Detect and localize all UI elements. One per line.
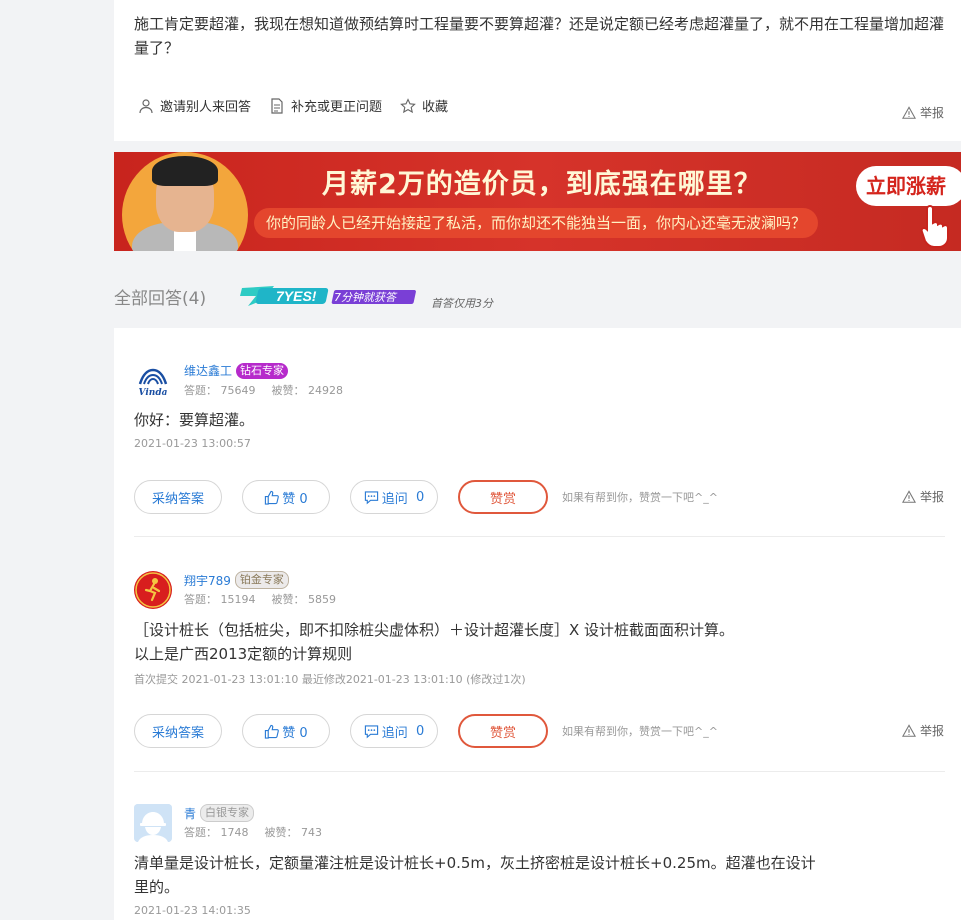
default-user-icon: [134, 804, 172, 842]
answer-divider: [134, 536, 945, 537]
first-answer-note: 首答仅用3分: [431, 297, 493, 310]
answerer-line: 翔宇789 铂金专家: [184, 571, 289, 589]
follow-up-label: 追问: [381, 491, 408, 507]
answer-content-line-2: 里的。: [134, 878, 180, 896]
answer-content-line-1: 清单量是设计桩长，定额量灌注桩是设计桩长+0.5m，灰土挤密桩是设计桩长+0.2…: [134, 854, 816, 872]
invite-answer-button[interactable]: 邀请别人来回答: [138, 96, 251, 115]
reward-hint: 如果有帮到你，赞赏一下吧^_^: [562, 491, 718, 504]
follow-up-label: 追问: [381, 725, 408, 741]
answer-report-button[interactable]: 举报: [902, 722, 944, 739]
report-label: 举报: [920, 724, 945, 738]
accept-answer-button[interactable]: 采纳答案: [134, 714, 222, 748]
reward-hint: 如果有帮到你，赞赏一下吧^_^: [562, 725, 718, 738]
answer-count: 15194: [220, 593, 256, 606]
liked-count: 5859: [308, 593, 336, 606]
thumbs-up-icon: [265, 490, 280, 505]
like-button[interactable]: 赞 0: [242, 480, 330, 514]
pointer-hand-icon: [920, 204, 949, 248]
answer-count-label: 答题：: [184, 593, 217, 606]
reward-button[interactable]: 赞赏: [458, 714, 548, 748]
reward-button[interactable]: 赞赏: [458, 480, 548, 514]
favorite-label: 收藏: [422, 100, 449, 115]
report-label: 举报: [920, 490, 945, 504]
runner-icon: [135, 572, 171, 608]
seven-yes-badge: 7YES! 7分钟就获答: [240, 286, 416, 306]
warning-icon: [902, 723, 916, 737]
answer-actions: 采纳答案 赞 0 追问 0 赞赏 如果有帮到你，赞赏一下吧^_^: [134, 714, 718, 748]
chat-icon: [364, 490, 378, 504]
liked-count: 24928: [308, 384, 343, 397]
answer-item: Vinda 维达鑫工 钻石专家 答题： 75649 被赞： 24928 你好：要…: [134, 362, 945, 522]
answerer-name[interactable]: 青: [184, 805, 196, 822]
svg-text:Vinda: Vinda: [139, 388, 168, 398]
favorite-button[interactable]: 收藏: [400, 96, 448, 115]
answerer-line: 维达鑫工 钻石专家: [184, 362, 289, 379]
liked-label: 被赞：: [271, 593, 305, 606]
follow-up-button[interactable]: 追问 0: [350, 714, 438, 748]
follow-up-count: 0: [416, 489, 425, 505]
answerer-stats: 答题： 15194 被赞： 5859: [184, 591, 336, 607]
answer-report-button[interactable]: 举报: [902, 488, 944, 505]
follow-up-count: 0: [416, 723, 425, 739]
liked-label: 被赞：: [271, 384, 305, 397]
answers-card: Vinda 维达鑫工 钻石专家 答题： 75649 被赞： 24928 你好：要…: [114, 328, 961, 920]
like-label: 赞 0: [282, 725, 308, 741]
answer-count: 1748: [220, 826, 249, 839]
warning-icon: [902, 105, 916, 119]
answer-content-line-1: ［设计桩长（包括桩尖，即不扣除桩尖虚体积）＋设计超灌长度］X 设计桩截面面积计算…: [134, 621, 735, 639]
expert-tag: 铂金专家: [234, 571, 289, 589]
avatar[interactable]: Vinda: [134, 362, 172, 400]
expert-tag: 钻石专家: [236, 362, 289, 379]
answer-count-label: 答题：: [184, 384, 217, 397]
answerer-stats: 答题： 75649 被赞： 24928: [184, 382, 343, 398]
answerer-name[interactable]: 维达鑫工: [184, 362, 232, 379]
avatar[interactable]: [134, 804, 172, 842]
answer-time: 2021-01-23 14:01:35: [134, 904, 251, 917]
badge-big-text: 7YES!: [276, 288, 317, 304]
document-edit-icon: [271, 97, 283, 114]
answer-count: 75649: [220, 384, 256, 397]
avatar[interactable]: [134, 571, 172, 609]
answer-item: 青 白银专家 答题： 1748 被赞： 743 清单量是设计桩长，定额量灌注桩是…: [134, 804, 945, 920]
badge-small-text: 7分钟就获答: [334, 291, 398, 304]
promo-banner[interactable]: 月薪2万的造价员，到底强在哪里？ 你的同龄人已经开始接起了私活，而你却还不能独当…: [114, 152, 961, 251]
vinda-logo-icon: Vinda: [139, 368, 168, 398]
expert-tag: 白银专家: [200, 804, 255, 822]
accept-answer-button[interactable]: 采纳答案: [134, 480, 222, 514]
answer-time: 2021-01-23 13:00:57: [134, 437, 251, 450]
answer-count-label: 答题：: [184, 826, 217, 839]
person-icon: [139, 98, 153, 113]
answer-content: 你好：要算超灌。: [134, 411, 255, 429]
question-actions: 邀请别人来回答 补充或更正问题 收藏: [138, 96, 448, 115]
banner-cta-button[interactable]: 立即涨薪: [856, 166, 961, 206]
question-text: 施工肯定要超灌，我现在想知道做预结算时工程量要不要算超灌？还是说定额已经考虑超灌…: [134, 15, 945, 57]
question-card: 施工肯定要超灌，我现在想知道做预结算时工程量要不要算超灌？还是说定额已经考虑超灌…: [114, 0, 961, 141]
question-report-button[interactable]: 举报: [902, 104, 944, 121]
answer-content-line-2: 以上是广西2013定额的计算规则: [134, 645, 353, 663]
thumbs-up-icon: [265, 724, 280, 739]
answer-divider: [134, 771, 945, 772]
invite-label: 邀请别人来回答: [160, 100, 252, 115]
liked-count: 743: [301, 826, 322, 839]
supplement-question-button[interactable]: 补充或更正问题: [269, 96, 382, 115]
warning-icon: [902, 489, 916, 503]
liked-label: 被赞：: [264, 826, 298, 839]
like-button[interactable]: 赞 0: [242, 714, 330, 748]
answers-count-title: 全部回答(4): [114, 289, 207, 309]
answer-time: 首次提交 2021-01-23 13:01:10 最近修改2021-01-23 …: [134, 673, 526, 686]
answerer-stats: 答题： 1748 被赞： 743: [184, 824, 322, 840]
banner-subtitle: 你的同龄人已经开始接起了私活，而你却还不能独当一面，你内心还毫无波澜吗？: [254, 208, 819, 238]
like-label: 赞 0: [282, 491, 308, 507]
answer-actions: 采纳答案 赞 0 追问 0 赞赏 如果有帮到你，赞赏一下吧^_^: [134, 480, 718, 514]
answerer-name[interactable]: 翔宇789: [184, 572, 231, 589]
star-icon: [400, 97, 416, 113]
answerer-line: 青 白银专家: [184, 804, 255, 822]
report-label: 举报: [920, 106, 945, 120]
banner-title: 月薪2万的造价员，到底强在哪里？: [322, 169, 762, 200]
answer-item: 翔宇789 铂金专家 答题： 15194 被赞： 5859 ［设计桩长（包括桩尖…: [134, 571, 945, 761]
follow-up-button[interactable]: 追问 0: [350, 480, 438, 514]
chat-icon: [364, 724, 378, 738]
supplement-label: 补充或更正问题: [291, 100, 383, 115]
presenter-photo: [122, 152, 248, 251]
